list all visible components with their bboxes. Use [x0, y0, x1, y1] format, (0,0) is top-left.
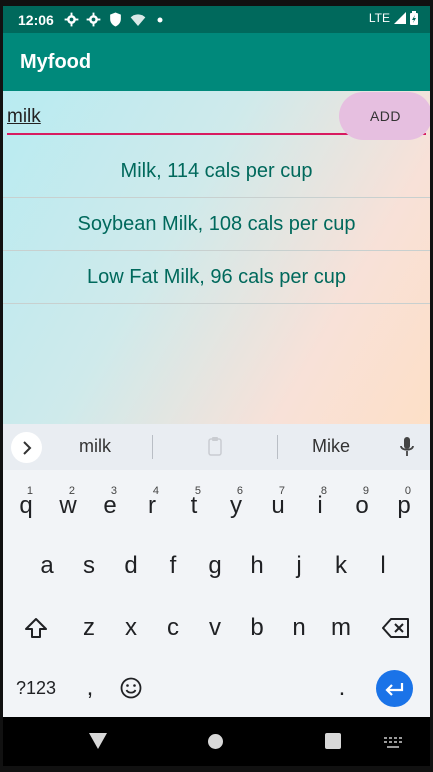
backspace-icon[interactable]	[375, 608, 417, 648]
app-title: Myfood	[20, 50, 92, 73]
suggestion-left[interactable]: milk	[79, 436, 111, 457]
nav-bar	[3, 717, 430, 766]
key-y[interactable]: y6	[215, 485, 257, 526]
settings-icon	[86, 12, 102, 28]
key-t[interactable]: t5	[173, 485, 215, 526]
key-v[interactable]: v	[194, 608, 236, 648]
nav-home-icon[interactable]	[208, 734, 223, 749]
key-r[interactable]: r4	[131, 485, 173, 526]
enter-icon[interactable]	[376, 670, 413, 707]
add-button[interactable]: ADD	[339, 92, 430, 140]
food-search-input[interactable]	[7, 99, 342, 135]
key-u[interactable]: u7	[257, 485, 299, 526]
key-d[interactable]: d	[110, 546, 152, 586]
divider	[277, 435, 278, 459]
battery-icon	[410, 11, 418, 25]
lte-icon: LTE	[368, 11, 390, 25]
status-time: 12:06	[18, 11, 54, 28]
space-bar[interactable]	[153, 668, 323, 708]
dot-icon	[152, 12, 168, 28]
nav-keyboard-icon[interactable]	[384, 736, 402, 748]
key-g[interactable]: g	[194, 546, 236, 586]
food-item[interactable]: Low Fat Milk, 96 cals per cup	[3, 251, 430, 304]
key-x[interactable]: x	[110, 608, 152, 648]
suggestion-right[interactable]: Mike	[312, 436, 350, 457]
food-item[interactable]: Soybean Milk, 108 cals per cup	[3, 198, 430, 251]
food-list: Milk, 114 cals per cup Soybean Milk, 108…	[3, 145, 430, 304]
divider	[152, 435, 153, 459]
key-a[interactable]: a	[26, 546, 68, 586]
shield-icon	[108, 12, 124, 28]
nav-recent-icon[interactable]	[325, 733, 341, 749]
signal-icon	[394, 12, 406, 24]
period-key[interactable]: .	[321, 668, 363, 708]
emoji-icon[interactable]	[110, 668, 152, 708]
key-i[interactable]: i8	[299, 485, 341, 526]
nav-back-icon[interactable]	[89, 733, 107, 749]
settings-icon	[64, 12, 80, 28]
device-frame: 12:06 LTE Myfood ADD	[0, 0, 433, 772]
clipboard-icon[interactable]	[208, 436, 222, 461]
chevron-right-icon[interactable]	[11, 432, 42, 463]
key-e[interactable]: e3	[89, 485, 131, 526]
wifi-icon	[130, 12, 146, 28]
symbols-key[interactable]: ?123	[11, 668, 61, 708]
key-c[interactable]: c	[152, 608, 194, 648]
key-k[interactable]: k	[320, 546, 362, 586]
key-q[interactable]: q1	[5, 485, 47, 526]
key-n[interactable]: n	[278, 608, 320, 648]
key-w[interactable]: w2	[47, 485, 89, 526]
key-f[interactable]: f	[152, 546, 194, 586]
key-s[interactable]: s	[68, 546, 110, 586]
key-m[interactable]: m	[320, 608, 362, 648]
key-h[interactable]: h	[236, 546, 278, 586]
keyboard: q1 w2 e3 r4 t5 y6 u7 i8 o9 p0 a s d f g …	[3, 470, 430, 717]
screen: 12:06 LTE Myfood ADD	[3, 6, 430, 766]
shift-icon[interactable]	[15, 608, 57, 648]
status-right: LTE	[369, 11, 418, 25]
key-p[interactable]: p0	[383, 485, 425, 526]
key-b[interactable]: b	[236, 608, 278, 648]
food-input-row: ADD	[7, 91, 430, 140]
mic-icon[interactable]	[399, 436, 415, 458]
key-z[interactable]: z	[68, 608, 110, 648]
main-content: ADD Milk, 114 cals per cup Soybean Milk,…	[3, 91, 430, 424]
food-item[interactable]: Milk, 114 cals per cup	[3, 145, 430, 198]
app-bar: Myfood	[3, 33, 430, 91]
status-bar: 12:06 LTE	[3, 6, 430, 33]
key-l[interactable]: l	[362, 546, 404, 586]
key-j[interactable]: j	[278, 546, 320, 586]
comma-key[interactable]: ,	[69, 668, 111, 708]
key-o[interactable]: o9	[341, 485, 383, 526]
suggestion-strip: milk Mike	[3, 424, 430, 470]
